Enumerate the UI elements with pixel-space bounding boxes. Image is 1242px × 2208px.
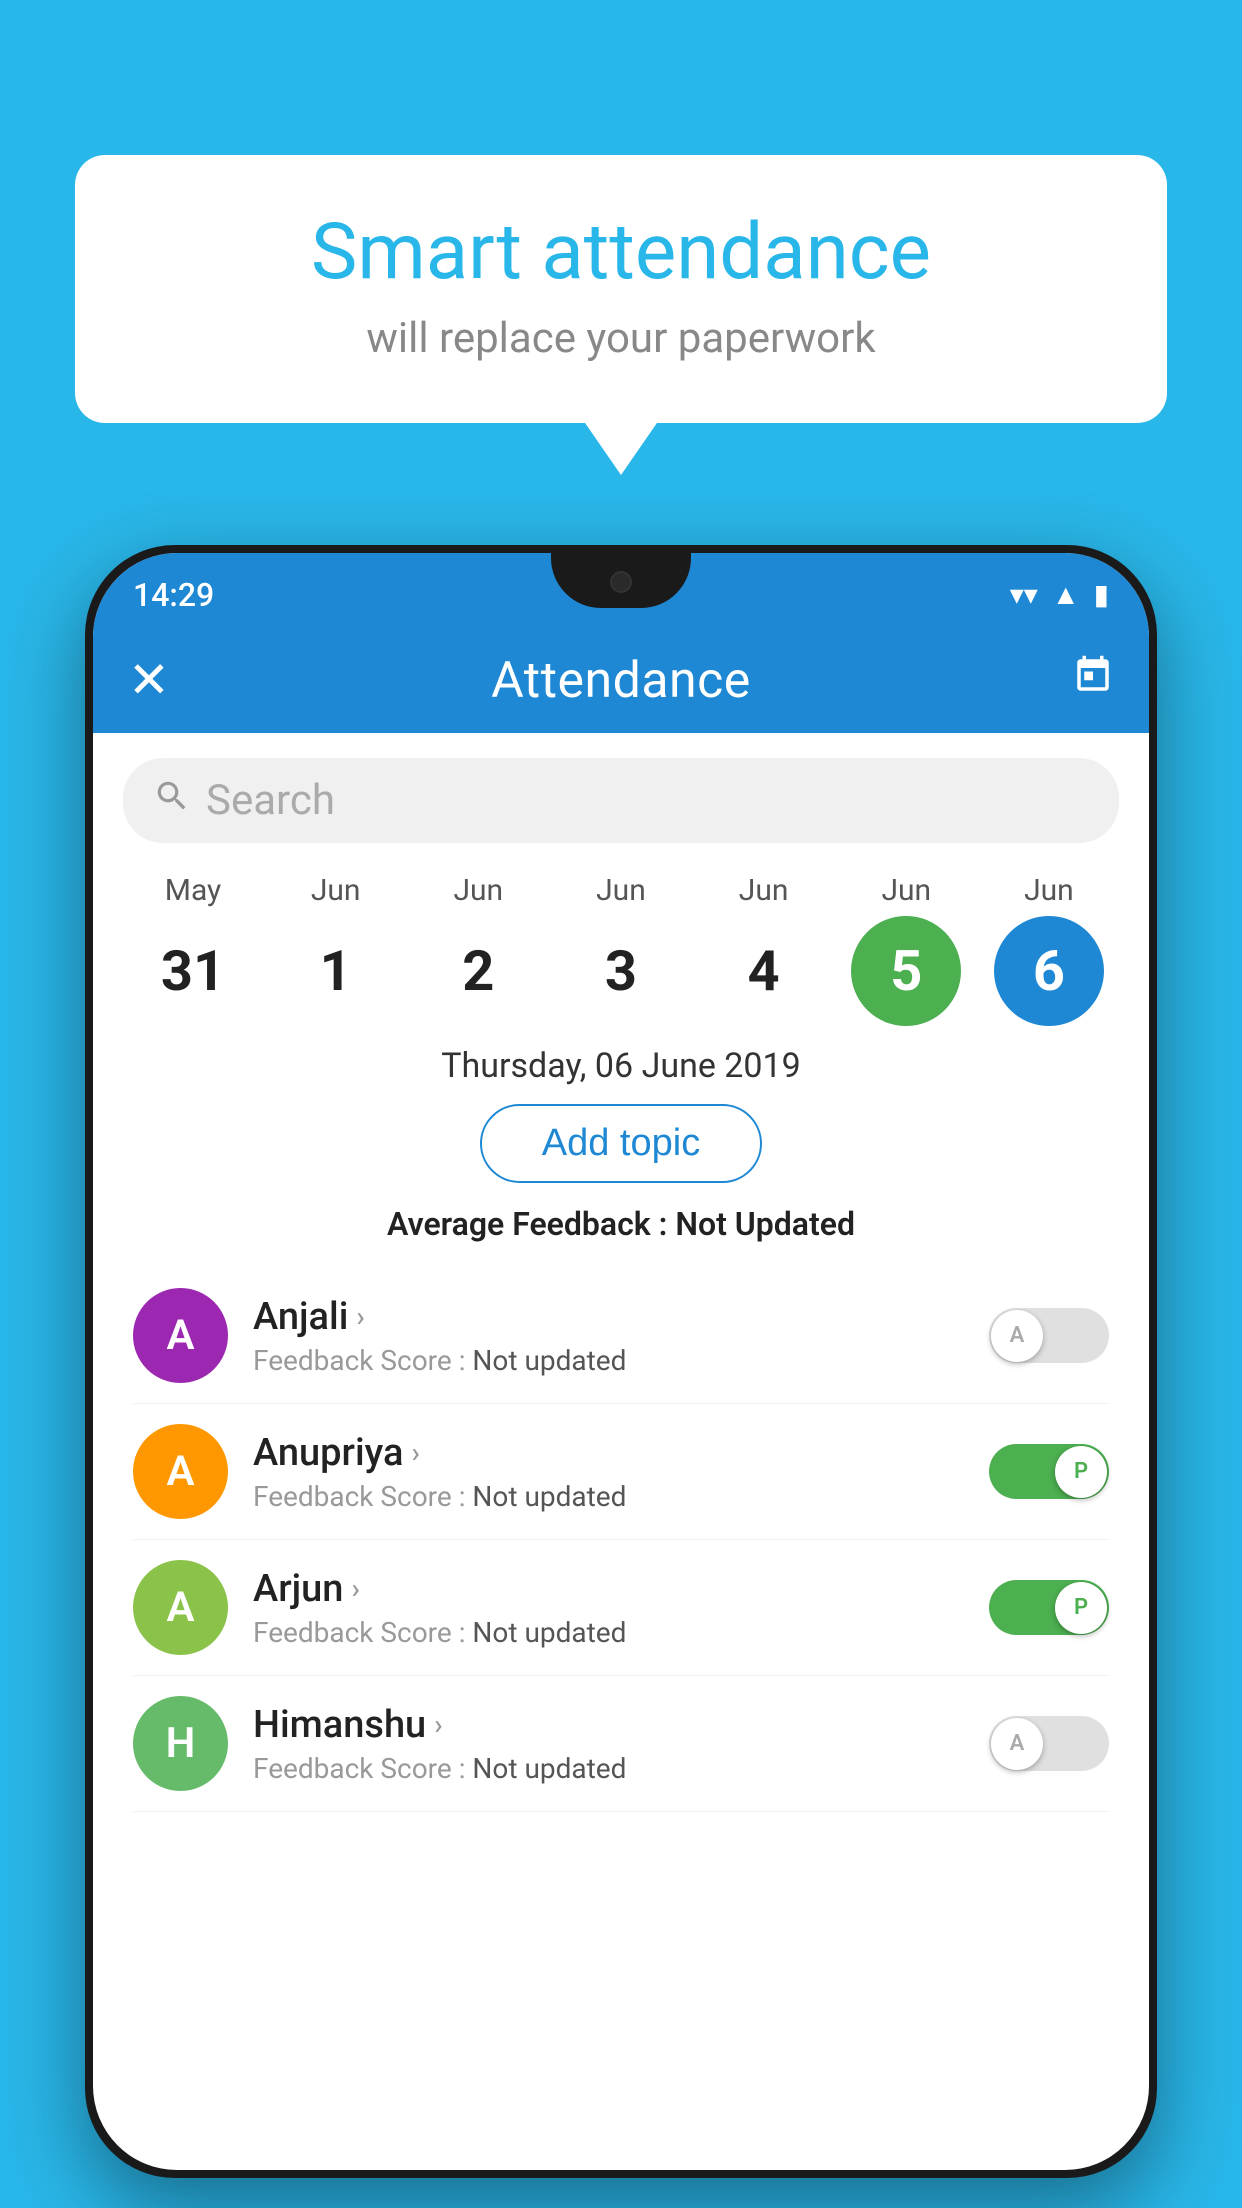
phone-frame: 14:29 ▾▾ ▲ ▮ ✕ Attendance <box>85 545 1157 2178</box>
bubble-title: Smart attendance <box>135 210 1107 296</box>
date-cell-jun4[interactable]: Jun 4 <box>699 873 829 1026</box>
student-row-anjali: A Anjali › Feedback Score : Not updated … <box>133 1268 1109 1404</box>
student-row-arjun: A Arjun › Feedback Score : Not updated P <box>133 1540 1109 1676</box>
date-cell-jun6[interactable]: Jun 6 <box>984 873 1114 1026</box>
avatar-anupriya: A <box>133 1424 228 1519</box>
student-info-himanshu[interactable]: Himanshu › Feedback Score : Not updated <box>253 1703 974 1785</box>
toggle-anjali[interactable]: A <box>989 1308 1109 1363</box>
status-time: 14:29 <box>133 576 214 614</box>
student-row-anupriya: A Anupriya › Feedback Score : Not update… <box>133 1404 1109 1540</box>
date-cell-may31[interactable]: May 31 <box>128 873 258 1026</box>
student-name-anjali: Anjali › <box>253 1295 974 1339</box>
student-list: A Anjali › Feedback Score : Not updated … <box>123 1268 1119 1812</box>
app-bar-title: Attendance <box>491 652 751 710</box>
student-info-anjali[interactable]: Anjali › Feedback Score : Not updated <box>253 1295 974 1377</box>
date-strip: May 31 Jun 1 Jun 2 Jun 3 Jun 4 <box>123 873 1119 1026</box>
student-row-himanshu: H Himanshu › Feedback Score : Not update… <box>133 1676 1109 1812</box>
average-feedback: Average Feedback : Not Updated <box>123 1205 1119 1243</box>
toggle-arjun[interactable]: P <box>989 1580 1109 1635</box>
phone-screen: 14:29 ▾▾ ▲ ▮ ✕ Attendance <box>93 553 1149 2170</box>
date-cell-jun1[interactable]: Jun 1 <box>271 873 401 1026</box>
calendar-icon[interactable] <box>1072 654 1114 707</box>
feedback-score-arjun: Feedback Score : Not updated <box>253 1616 974 1649</box>
app-bar: ✕ Attendance <box>93 628 1149 733</box>
status-icons: ▾▾ ▲ ▮ <box>1010 578 1109 611</box>
feedback-score-anjali: Feedback Score : Not updated <box>253 1344 974 1377</box>
chevron-icon: › <box>356 1300 364 1333</box>
signal-icon: ▲ <box>1052 578 1080 611</box>
toggle-anupriya[interactable]: P <box>989 1444 1109 1499</box>
chevron-icon: › <box>351 1572 359 1605</box>
add-topic-button[interactable]: Add topic <box>480 1104 762 1183</box>
wifi-icon: ▾▾ <box>1010 578 1038 611</box>
feedback-score-anupriya: Feedback Score : Not updated <box>253 1480 974 1513</box>
avatar-arjun: A <box>133 1560 228 1655</box>
search-icon <box>153 777 191 825</box>
content-area: Search May 31 Jun 1 Jun 2 Jun 3 <box>93 733 1149 1812</box>
feedback-score-himanshu: Feedback Score : Not updated <box>253 1752 974 1785</box>
close-button[interactable]: ✕ <box>128 651 170 710</box>
speech-bubble: Smart attendance will replace your paper… <box>75 155 1167 423</box>
student-info-arjun[interactable]: Arjun › Feedback Score : Not updated <box>253 1567 974 1649</box>
date-cell-jun3[interactable]: Jun 3 <box>556 873 686 1026</box>
date-cell-jun2[interactable]: Jun 2 <box>413 873 543 1026</box>
avatar-anjali: A <box>133 1288 228 1383</box>
student-info-anupriya[interactable]: Anupriya › Feedback Score : Not updated <box>253 1431 974 1513</box>
student-name-himanshu: Himanshu › <box>253 1703 974 1747</box>
bubble-subtitle: will replace your paperwork <box>135 314 1107 363</box>
avatar-himanshu: H <box>133 1696 228 1791</box>
chevron-icon: › <box>434 1708 442 1741</box>
student-name-arjun: Arjun › <box>253 1567 974 1611</box>
date-cell-jun5[interactable]: Jun 5 <box>841 873 971 1026</box>
search-bar[interactable]: Search <box>123 758 1119 843</box>
selected-date: Thursday, 06 June 2019 <box>123 1046 1119 1086</box>
search-placeholder: Search <box>206 776 335 825</box>
student-name-anupriya: Anupriya › <box>253 1431 974 1475</box>
chevron-icon: › <box>411 1436 419 1469</box>
toggle-himanshu[interactable]: A <box>989 1716 1109 1771</box>
camera-dot <box>610 571 632 593</box>
battery-icon: ▮ <box>1094 578 1109 611</box>
